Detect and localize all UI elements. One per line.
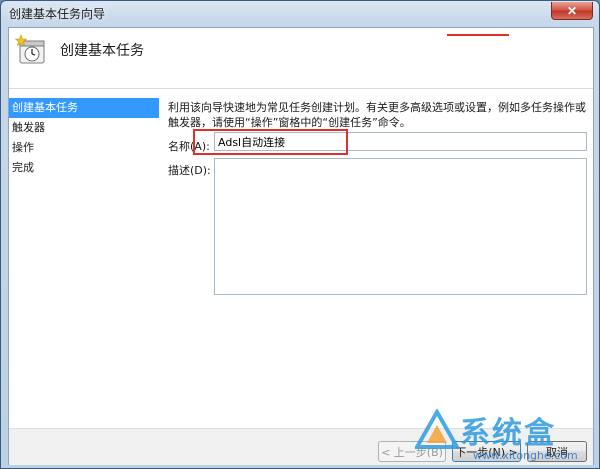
nav-item-create-basic-task[interactable]: 创建基本任务 <box>9 98 159 118</box>
page-title: 创建基本任务 <box>60 43 144 59</box>
title-bar[interactable]: 创建基本任务向导 ✕ <box>1 1 599 27</box>
wizard-description: 利用该向导快速地为常见任务创建计划。有关更多高级选项或设置，例如多任务操作或触发… <box>168 101 586 129</box>
next-button[interactable]: 下一步(N) > <box>452 441 521 462</box>
wizard-steps-nav: 创建基本任务 触发器 操作 完成 <box>9 98 159 178</box>
window-title: 创建基本任务向导 <box>9 7 106 21</box>
task-scheduler-clock-icon <box>15 34 45 64</box>
next-button-highlight <box>447 34 509 36</box>
name-input[interactable] <box>214 132 587 151</box>
name-label: 名称(A): <box>168 140 210 153</box>
header-divider <box>9 88 593 89</box>
description-label: 描述(D): <box>168 164 211 177</box>
nav-item-trigger[interactable]: 触发器 <box>9 118 159 138</box>
close-icon: ✕ <box>566 3 578 18</box>
wizard-footer: < 上一步(B) 下一步(N) > 取消 <box>9 428 593 465</box>
wizard-header: 创建基本任务 <box>9 28 593 88</box>
nav-item-action[interactable]: 操作 <box>9 138 159 158</box>
cancel-button[interactable]: 取消 <box>527 441 587 462</box>
nav-item-finish[interactable]: 完成 <box>9 158 159 178</box>
back-button[interactable]: < 上一步(B) <box>378 441 446 462</box>
description-textarea[interactable] <box>214 158 587 295</box>
wizard-window: 创建基本任务向导 ✕ 创建基本任务 创建基本任务 触发器 操作 完成 利用该向导… <box>0 0 600 469</box>
wizard-client-area: 创建基本任务 创建基本任务 触发器 操作 完成 利用该向导快速地为常见任务创建计… <box>8 27 594 465</box>
close-button[interactable]: ✕ <box>551 2 593 20</box>
